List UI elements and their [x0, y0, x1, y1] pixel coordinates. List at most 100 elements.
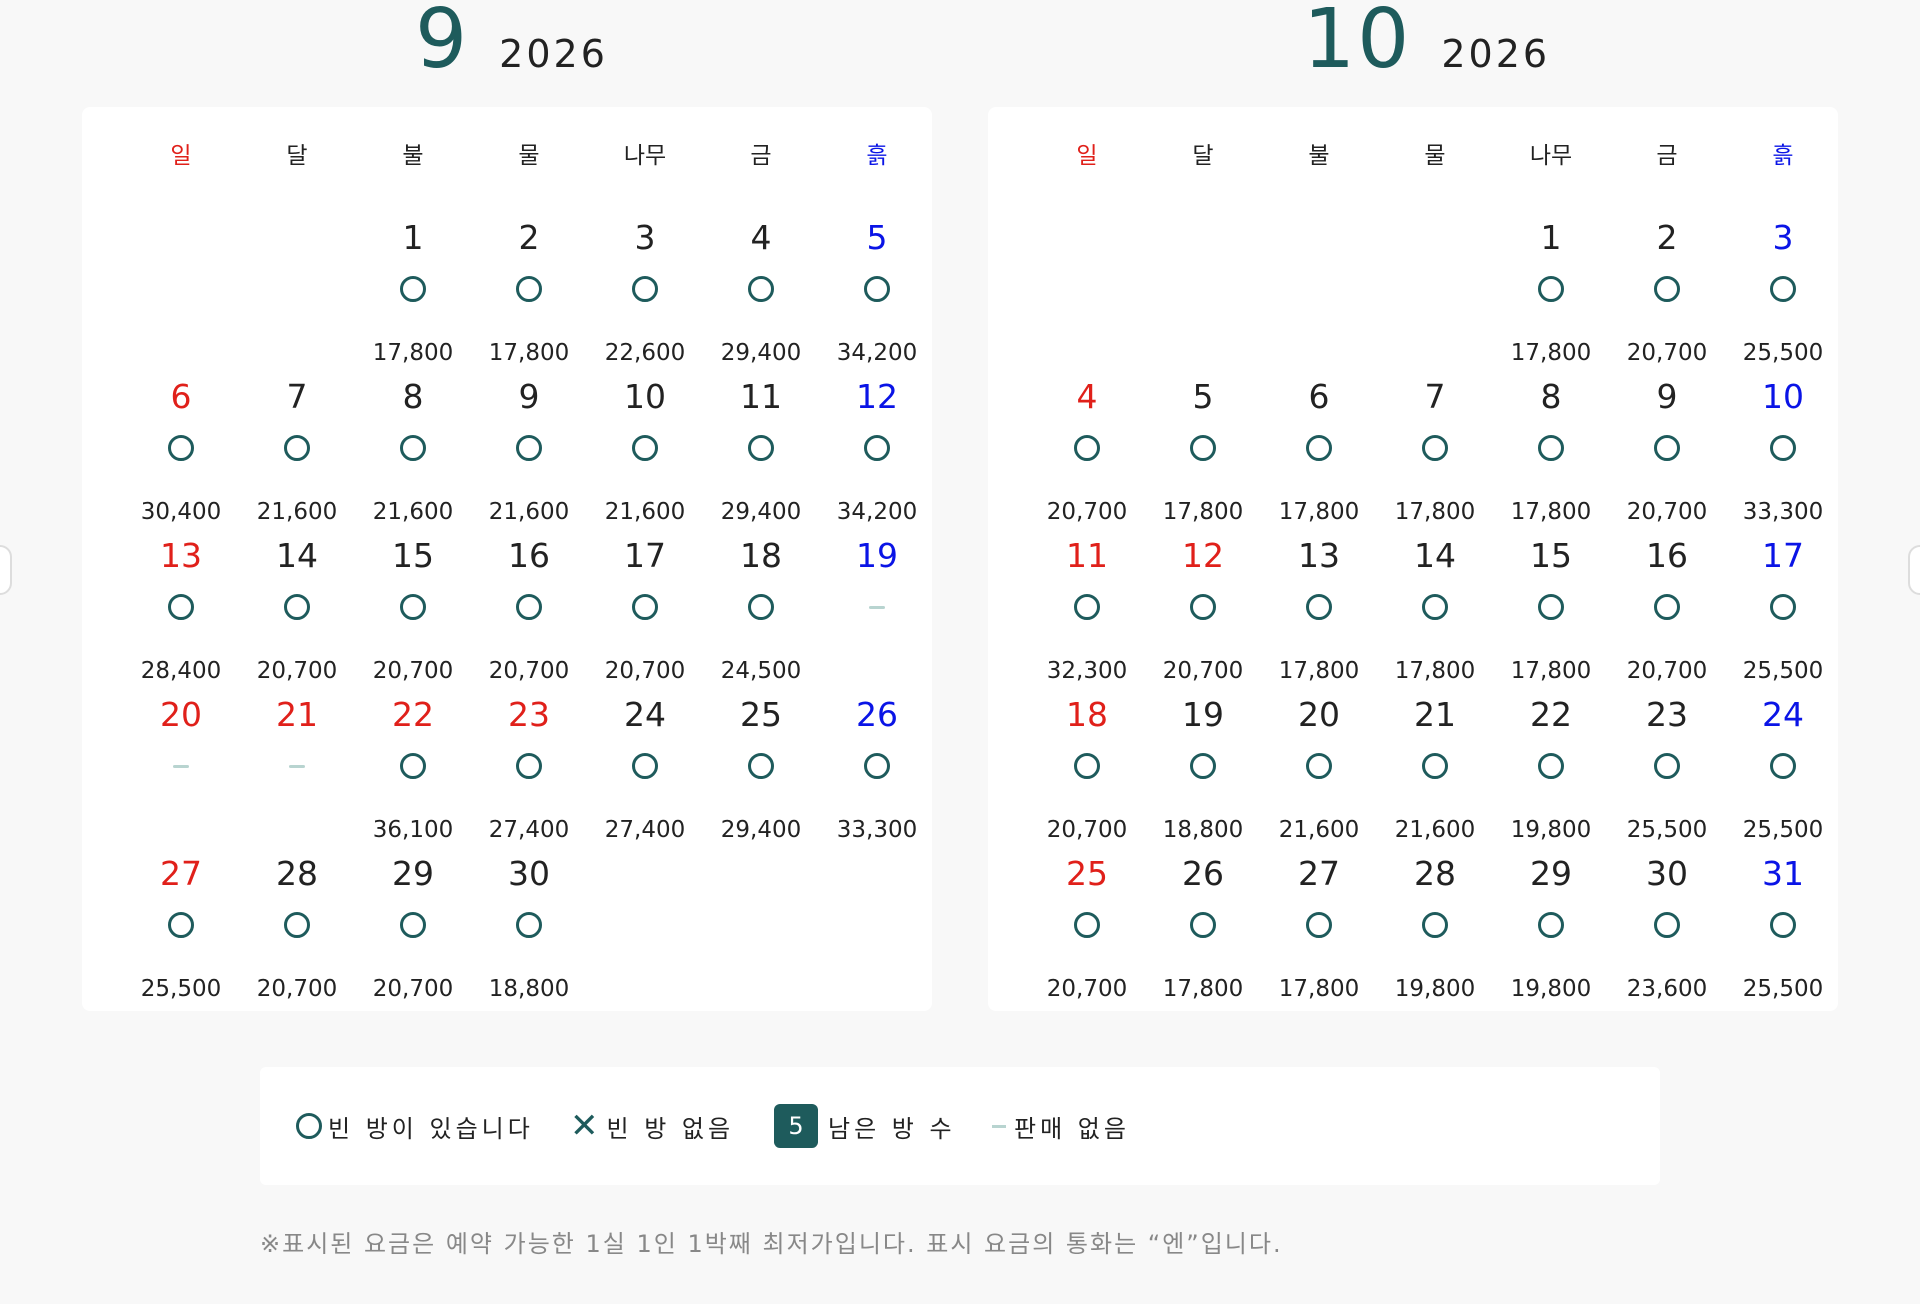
availability-mark[interactable] [819, 273, 932, 305]
calendar-day[interactable]: 5 [819, 218, 932, 258]
availability-mark[interactable] [703, 432, 819, 464]
calendar-day[interactable]: 11 [1029, 536, 1145, 576]
calendar-day[interactable]: 21 [1377, 695, 1493, 735]
calendar-day[interactable]: 25 [1029, 854, 1145, 894]
calendar-day[interactable]: 7 [1377, 377, 1493, 417]
calendar-day[interactable]: 18 [1029, 695, 1145, 735]
availability-mark[interactable] [355, 909, 471, 941]
availability-mark[interactable] [1145, 591, 1261, 623]
calendar-day[interactable]: 13 [123, 536, 239, 576]
availability-mark[interactable] [355, 591, 471, 623]
calendar-day[interactable]: 23 [471, 695, 587, 735]
calendar-day[interactable]: 24 [587, 695, 703, 735]
calendar-day[interactable]: 1 [1493, 218, 1609, 258]
calendar-day[interactable]: 17 [587, 536, 703, 576]
calendar-day[interactable]: 18 [703, 536, 819, 576]
next-month-button[interactable] [1908, 545, 1920, 595]
availability-mark[interactable] [1377, 750, 1493, 782]
calendar-day[interactable]: 27 [123, 854, 239, 894]
availability-mark[interactable] [1145, 909, 1261, 941]
calendar-day[interactable]: 9 [1609, 377, 1725, 417]
availability-mark[interactable] [123, 909, 239, 941]
prev-month-button[interactable] [0, 545, 12, 595]
calendar-day[interactable]: 3 [587, 218, 703, 258]
availability-mark[interactable] [1029, 909, 1145, 941]
availability-mark[interactable] [819, 432, 932, 464]
calendar-day[interactable]: 25 [703, 695, 819, 735]
calendar-day[interactable]: 29 [1493, 854, 1609, 894]
availability-mark[interactable] [1493, 273, 1609, 305]
availability-mark[interactable] [1145, 750, 1261, 782]
calendar-day[interactable]: 12 [1145, 536, 1261, 576]
calendar-day[interactable]: 15 [1493, 536, 1609, 576]
calendar-day[interactable]: 15 [355, 536, 471, 576]
availability-mark[interactable] [1725, 909, 1838, 941]
calendar-day[interactable]: 26 [1145, 854, 1261, 894]
calendar-day[interactable]: 16 [471, 536, 587, 576]
calendar-day[interactable]: 8 [355, 377, 471, 417]
calendar-day[interactable]: 4 [703, 218, 819, 258]
availability-mark[interactable] [587, 432, 703, 464]
availability-mark[interactable] [1609, 591, 1725, 623]
calendar-day[interactable]: 23 [1609, 695, 1725, 735]
availability-mark[interactable] [355, 750, 471, 782]
availability-mark[interactable] [239, 432, 355, 464]
availability-mark[interactable] [587, 273, 703, 305]
calendar-day[interactable]: 6 [123, 377, 239, 417]
calendar-day[interactable]: 13 [1261, 536, 1377, 576]
availability-mark[interactable] [703, 591, 819, 623]
calendar-day[interactable]: 14 [1377, 536, 1493, 576]
calendar-day[interactable]: 1 [355, 218, 471, 258]
availability-mark[interactable] [1377, 909, 1493, 941]
calendar-day[interactable]: 28 [1377, 854, 1493, 894]
availability-mark[interactable] [1493, 750, 1609, 782]
calendar-day[interactable]: 5 [1145, 377, 1261, 417]
calendar-day[interactable]: 8 [1493, 377, 1609, 417]
calendar-day[interactable]: 17 [1725, 536, 1838, 576]
availability-mark[interactable] [1493, 432, 1609, 464]
calendar-day[interactable]: 22 [355, 695, 471, 735]
calendar-day[interactable]: 10 [1725, 377, 1838, 417]
calendar-day[interactable]: 2 [1609, 218, 1725, 258]
availability-mark[interactable] [471, 273, 587, 305]
availability-mark[interactable] [355, 432, 471, 464]
calendar-day[interactable]: 24 [1725, 695, 1838, 735]
calendar-day[interactable]: 7 [239, 377, 355, 417]
calendar-day[interactable]: 30 [471, 854, 587, 894]
calendar-day[interactable]: 29 [355, 854, 471, 894]
availability-mark[interactable] [1029, 432, 1145, 464]
availability-mark[interactable] [239, 591, 355, 623]
availability-mark[interactable] [703, 273, 819, 305]
availability-mark[interactable] [1725, 750, 1838, 782]
availability-mark[interactable] [1377, 432, 1493, 464]
availability-mark[interactable] [1261, 909, 1377, 941]
availability-mark[interactable] [123, 432, 239, 464]
availability-mark[interactable] [1609, 750, 1725, 782]
calendar-day[interactable]: 31 [1725, 854, 1838, 894]
availability-mark[interactable] [1609, 432, 1725, 464]
availability-mark[interactable] [123, 591, 239, 623]
availability-mark[interactable] [1261, 591, 1377, 623]
availability-mark[interactable] [1261, 432, 1377, 464]
availability-mark[interactable] [587, 591, 703, 623]
availability-mark[interactable] [1493, 909, 1609, 941]
availability-mark[interactable] [1493, 591, 1609, 623]
availability-mark[interactable] [239, 909, 355, 941]
calendar-day[interactable]: 3 [1725, 218, 1838, 258]
calendar-day[interactable]: 11 [703, 377, 819, 417]
calendar-day[interactable]: 2 [471, 218, 587, 258]
availability-mark[interactable] [471, 750, 587, 782]
availability-mark[interactable] [1145, 432, 1261, 464]
availability-mark[interactable] [471, 432, 587, 464]
calendar-day[interactable]: 4 [1029, 377, 1145, 417]
availability-mark[interactable] [1609, 909, 1725, 941]
calendar-day[interactable]: 22 [1493, 695, 1609, 735]
calendar-day[interactable]: 27 [1261, 854, 1377, 894]
calendar-day[interactable]: 26 [819, 695, 932, 735]
availability-mark[interactable] [471, 591, 587, 623]
availability-mark[interactable] [1725, 432, 1838, 464]
calendar-day[interactable]: 16 [1609, 536, 1725, 576]
calendar-day[interactable]: 19 [1145, 695, 1261, 735]
availability-mark[interactable] [471, 909, 587, 941]
availability-mark[interactable] [703, 750, 819, 782]
